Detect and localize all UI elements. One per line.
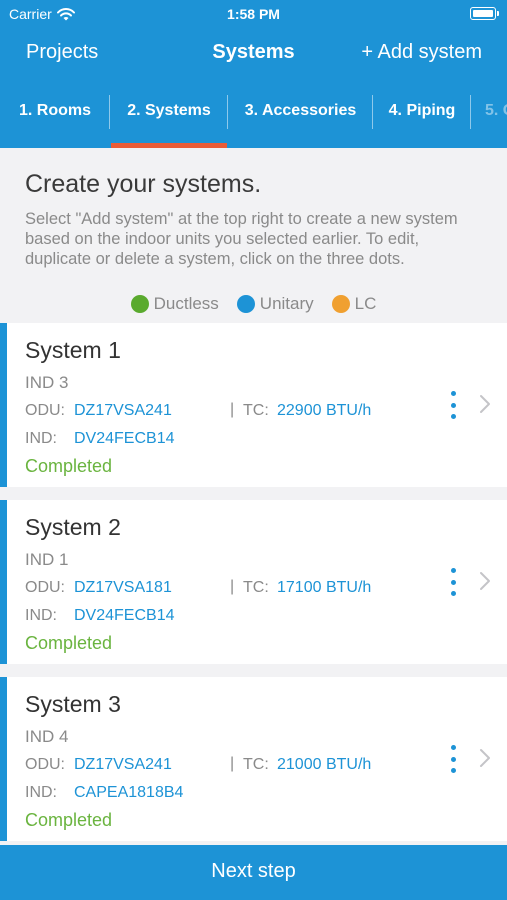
intro-section: Create your systems. Select "Add system"… (0, 148, 507, 322)
next-step-button[interactable]: Next step (0, 845, 507, 900)
odu-label: ODU: (25, 402, 65, 419)
ind-value: DV24FECB14 (74, 607, 175, 624)
system-title: System 2 (25, 514, 121, 540)
navigation-bar: Projects Systems + Add system (0, 28, 507, 78)
tab-accessories[interactable]: 3. Accessories (228, 78, 373, 148)
tab-systems[interactable]: 2. Systems (110, 78, 228, 148)
legend-label: Unitary (259, 294, 314, 313)
status-badge: Completed (25, 633, 113, 653)
legend-label: Ductless (153, 294, 219, 313)
chevron-right-icon[interactable] (478, 748, 492, 768)
projects-back-button[interactable]: Projects (26, 41, 98, 64)
system-title: System 3 (25, 691, 121, 717)
system-card[interactable]: System 3 IND 4 ODU: DZ17VSA241 | TC: 210… (0, 677, 507, 841)
separator: | (230, 578, 235, 595)
odu-row: ODU: DZ17VSA241 | TC: 22900 BTU/h (25, 401, 415, 420)
tab-next-step[interactable]: 5. O (471, 78, 507, 148)
legend-item-lc: LC (331, 294, 377, 314)
ind-label: IND: (25, 430, 57, 447)
ind-row: IND: CAPEA1818B4 (25, 784, 183, 802)
tc-value: 21000 BTU/h (277, 756, 372, 773)
more-options-icon[interactable] (446, 391, 460, 419)
ind-value: DV24FECB14 (74, 430, 175, 447)
status-bar: Carrier 1:58 PM (0, 0, 507, 28)
separator: | (230, 755, 235, 772)
odu-row: ODU: DZ17VSA241 | TC: 21000 BTU/h (25, 755, 415, 774)
ind-row: IND: DV24FECB14 (25, 607, 175, 625)
ind-row: IND: DV24FECB14 (25, 430, 175, 448)
tab-rooms[interactable]: 1. Rooms (0, 78, 110, 148)
header: Carrier 1:58 PM Projects Systems + Add s… (0, 0, 507, 148)
more-options-icon[interactable] (446, 568, 460, 596)
chevron-right-icon[interactable] (478, 394, 492, 414)
battery-icon (470, 7, 499, 20)
lc-dot-icon (331, 295, 350, 313)
tc-value: 22900 BTU/h (277, 402, 372, 419)
ductless-dot-icon (130, 295, 149, 313)
indoor-unit-count: IND 1 (25, 550, 69, 569)
legend-item-ductless: Ductless (130, 294, 219, 314)
more-options-icon[interactable] (446, 745, 460, 773)
tc-label: TC: (243, 756, 269, 773)
odu-label: ODU: (25, 579, 65, 596)
odu-value: DZ17VSA181 (74, 579, 172, 596)
status-time: 1:58 PM (227, 6, 280, 22)
intro-instructions: Select "Add system" at the top right to … (25, 210, 458, 268)
indoor-unit-count: IND 4 (25, 727, 69, 746)
system-title: System 1 (25, 337, 121, 363)
tc-label: TC: (243, 579, 269, 596)
system-type-legend: Ductless Unitary LC (0, 294, 507, 314)
indoor-unit-count: IND 3 (25, 373, 69, 392)
odu-value: DZ17VSA241 (74, 756, 172, 773)
ind-value: CAPEA1818B4 (74, 784, 184, 801)
chevron-right-icon[interactable] (478, 571, 492, 591)
legend-label: LC (354, 294, 377, 313)
system-card[interactable]: System 1 IND 3 ODU: DZ17VSA241 | TC: 229… (0, 323, 507, 487)
odu-value: DZ17VSA241 (74, 402, 172, 419)
legend-item-unitary: Unitary (236, 294, 314, 314)
ind-label: IND: (25, 607, 57, 624)
status-badge: Completed (25, 810, 113, 830)
intro-title: Create your systems. (25, 170, 262, 198)
odu-label: ODU: (25, 756, 65, 773)
step-tabs: 1. Rooms 2. Systems 3. Accessories 4. Pi… (0, 78, 507, 148)
separator: | (230, 401, 235, 418)
status-badge: Completed (25, 456, 113, 476)
system-card[interactable]: System 2 IND 1 ODU: DZ17VSA181 | TC: 171… (0, 500, 507, 664)
tc-label: TC: (243, 402, 269, 419)
ind-label: IND: (25, 784, 57, 801)
tc-value: 17100 BTU/h (277, 579, 372, 596)
odu-row: ODU: DZ17VSA181 | TC: 17100 BTU/h (25, 578, 415, 597)
unitary-dot-icon (236, 295, 255, 313)
add-system-button[interactable]: + Add system (361, 41, 482, 64)
tab-piping[interactable]: 4. Piping (373, 78, 471, 148)
